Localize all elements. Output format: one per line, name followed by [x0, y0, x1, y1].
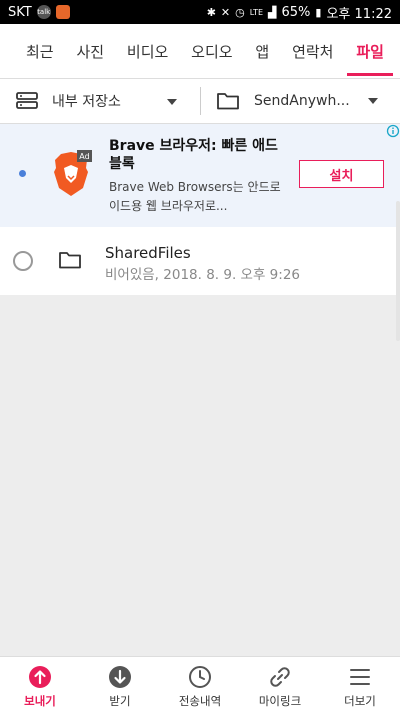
battery-percent: 65%: [281, 4, 311, 20]
storage-toolbar: 내부 저장소 SendAnywh...: [0, 78, 400, 124]
alarm-icon: ◷: [235, 5, 245, 19]
nav-receive-label: 받기: [109, 694, 131, 708]
network-type-label: LTE: [249, 7, 264, 17]
nav-history[interactable]: 전송내역: [160, 657, 240, 711]
bluetooth-icon: ✱: [206, 5, 216, 19]
file-name: SharedFiles: [105, 244, 191, 262]
tab-audio[interactable]: 오디오: [191, 24, 232, 78]
tab-video[interactable]: 비디오: [127, 24, 168, 78]
ad-description: Brave Web Browsers는 안드로이드용 웹 브라우저로...: [109, 180, 281, 213]
folder-label: SendAnywh...: [254, 93, 350, 109]
scrollbar[interactable]: [396, 201, 400, 341]
ad-badge: Ad: [79, 152, 89, 161]
brave-logo-icon: Ad: [54, 150, 92, 196]
nav-mylink[interactable]: 마이링크: [240, 657, 320, 711]
tab-contacts[interactable]: 연락처: [292, 24, 333, 78]
nav-send-label: 보내기: [24, 694, 56, 708]
tab-recent[interactable]: 최근: [26, 24, 54, 78]
folder-icon: [59, 252, 81, 269]
category-tabs: 최근 사진 비디오 오디오 앱 연락처 파일: [0, 24, 400, 78]
nav-more-label: 더보기: [344, 694, 376, 708]
file-meta: 비어있음, 2018. 8. 9. 오후 9:26: [105, 267, 300, 283]
battery-icon: ▮: [315, 5, 322, 19]
talk-notification-icon: talk: [36, 5, 51, 19]
mute-icon: ✕: [220, 5, 231, 19]
clock-time: 오후 11:22: [326, 6, 392, 22]
tab-photos[interactable]: 사진: [76, 24, 104, 78]
nav-mylink-label: 마이링크: [258, 694, 302, 708]
nav-more[interactable]: 더보기: [320, 657, 400, 711]
tab-apps[interactable]: 앱: [255, 24, 269, 78]
folder-icon: [217, 93, 239, 110]
ad-indicator-dot: [19, 170, 26, 177]
app-notification-icon: [55, 5, 70, 19]
storage-icon: [16, 92, 38, 109]
nav-receive[interactable]: 받기: [80, 657, 160, 711]
install-button[interactable]: 설치: [299, 160, 384, 188]
storage-location-dropdown[interactable]: 내부 저장소: [0, 79, 200, 123]
nav-history-label: 전송내역: [178, 694, 222, 708]
menu-icon: [350, 669, 370, 685]
folder-dropdown[interactable]: SendAnywh...: [200, 87, 400, 115]
nav-send[interactable]: 보내기: [0, 657, 80, 711]
link-icon: [270, 667, 290, 687]
status-bar: SKT talk ✱ ✕ ◷ LTE ▟ 65% ▮ 오후 11:22: [0, 0, 400, 24]
clock-icon: [189, 666, 211, 688]
signal-icon: ▟: [268, 5, 277, 19]
upload-icon: [29, 666, 51, 688]
ad-title: Brave 브라우저: 빠른 애드블록: [109, 138, 278, 172]
adchoices-info-icon[interactable]: [386, 124, 400, 138]
download-icon: [109, 666, 131, 688]
bottom-navigation: 보내기 받기 전송내역 마이링크 더보기: [0, 656, 400, 711]
select-radio[interactable]: [13, 251, 33, 271]
chevron-down-icon: [167, 99, 177, 105]
storage-location-label: 내부 저장소: [52, 94, 121, 110]
chevron-down-icon: [368, 98, 378, 104]
tab-files[interactable]: 파일: [347, 24, 393, 78]
carrier-label: SKT: [8, 4, 32, 20]
